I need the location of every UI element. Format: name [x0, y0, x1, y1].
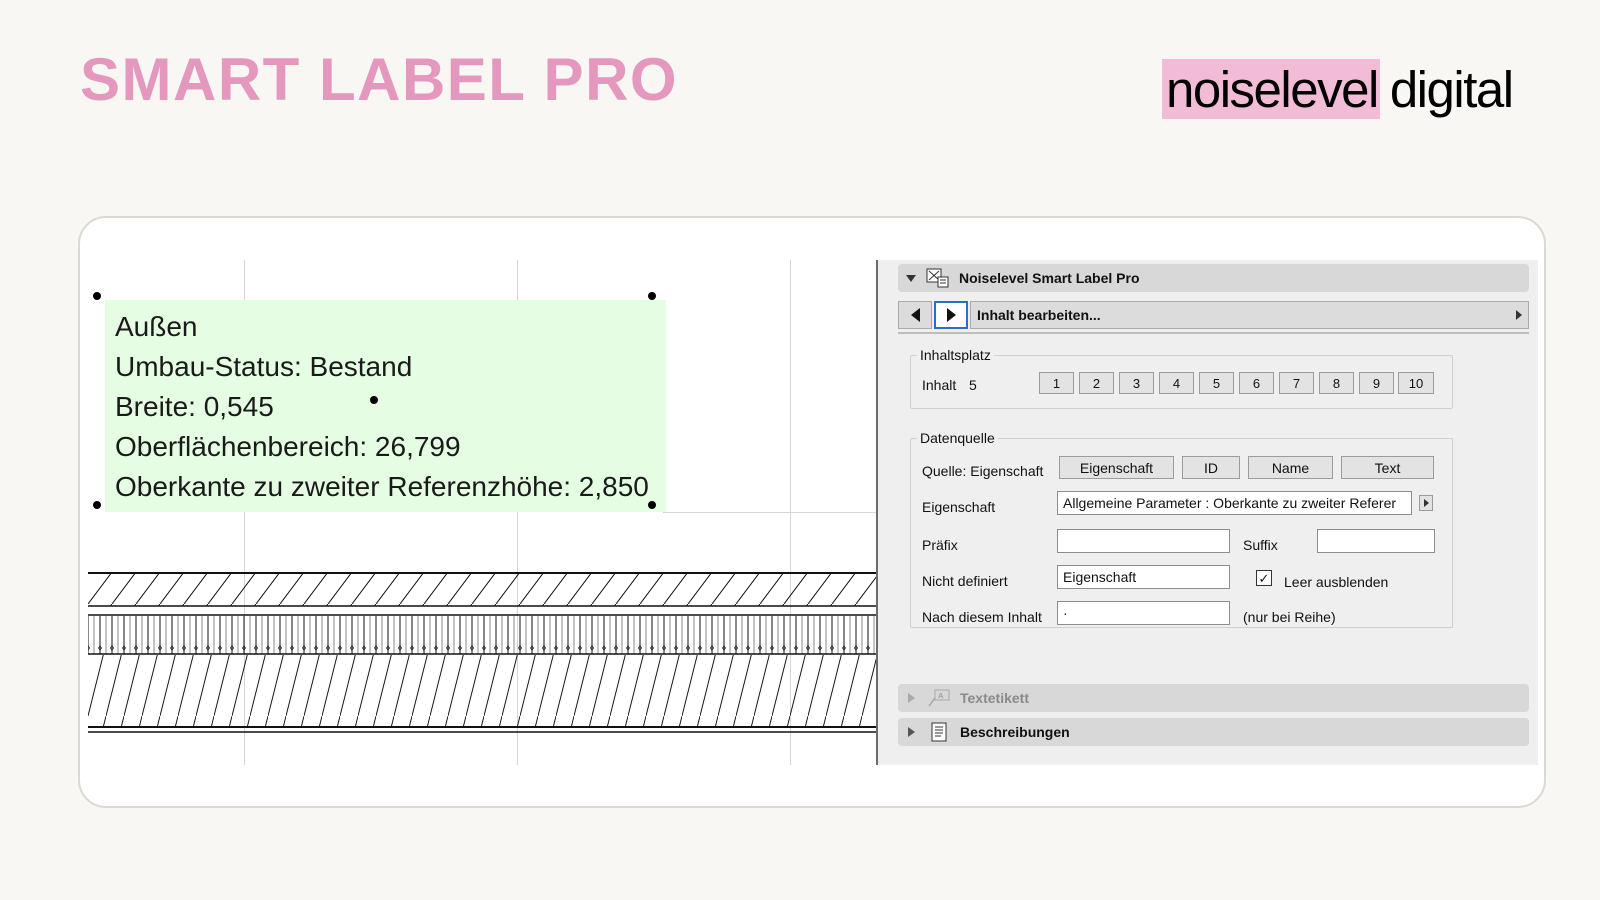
text-label-icon: A [927, 687, 951, 709]
edit-content-dropdown[interactable]: Inhalt bearbeiten... [970, 301, 1529, 329]
logo-highlight: noiselevel [1162, 59, 1380, 119]
section-header-textetikett[interactable]: A Textetikett [898, 684, 1529, 712]
drawing-canvas[interactable]: Außen Umbau-Status: Bestand Breite: 0,54… [88, 260, 876, 765]
nicht-definiert-input[interactable]: Eigenschaft [1057, 565, 1230, 589]
quelle-label: Quelle: Eigenschaft [922, 463, 1044, 479]
chevron-right-icon [1516, 310, 1522, 320]
section-title: Noiselevel Smart Label Pro [959, 270, 1140, 286]
content-slot-button-5[interactable]: 5 [1199, 372, 1234, 394]
content-slot-button-1[interactable]: 1 [1039, 372, 1074, 394]
label-line: Außen [115, 311, 198, 342]
source-button-name[interactable]: Name [1248, 456, 1333, 479]
label-line: Umbau-Status: Bestand [115, 351, 413, 382]
section-title: Textetikett [960, 690, 1029, 706]
eigenschaft-label: Eigenschaft [922, 499, 996, 515]
eigenschaft-field[interactable]: Allgemeine Parameter : Oberkante zu zwei… [1057, 491, 1412, 515]
brand-logo: noiselevel digital [1162, 58, 1514, 120]
slide-title: SMART LABEL PRO [80, 46, 679, 113]
inhalt-value: 5 [969, 377, 977, 393]
screenshot-card: Außen Umbau-Status: Bestand Breite: 0,54… [78, 216, 1546, 808]
content-navigator: Inhalt bearbeiten... [898, 301, 1529, 329]
label-line: Breite: 0,545 [115, 391, 274, 422]
next-button[interactable] [934, 301, 968, 329]
source-button-text[interactable]: Text [1341, 456, 1434, 479]
eigenschaft-picker-button[interactable] [1419, 495, 1433, 511]
document-icon [927, 721, 951, 743]
expand-triangle-icon[interactable] [908, 693, 915, 703]
arrow-left-icon [910, 308, 920, 322]
section-title: Beschreibungen [960, 724, 1070, 740]
nur-reihe-note: (nur bei Reihe) [1243, 609, 1336, 625]
selection-handle[interactable] [648, 501, 656, 509]
suffix-input[interactable] [1317, 529, 1435, 553]
praefix-label: Präfix [922, 537, 958, 553]
arrow-right-icon [946, 308, 956, 322]
selection-handle[interactable] [648, 292, 656, 300]
nicht-definiert-label: Nicht definiert [922, 573, 1008, 589]
leer-ausblenden-label: Leer ausblenden [1284, 574, 1389, 590]
content-slot-button-2[interactable]: 2 [1079, 372, 1114, 394]
content-slot-button-6[interactable]: 6 [1239, 372, 1274, 394]
divider [898, 332, 1529, 334]
dropdown-label: Inhalt bearbeiten... [977, 307, 1101, 323]
content-slot-button-10[interactable]: 10 [1398, 372, 1434, 394]
source-button-id[interactable]: ID [1182, 456, 1240, 479]
content-slot-button-4[interactable]: 4 [1159, 372, 1194, 394]
selection-handle[interactable] [93, 501, 101, 509]
leer-ausblenden-checkbox[interactable]: ✓ [1256, 570, 1272, 586]
label-anchor-point[interactable] [370, 396, 378, 404]
grid-line [663, 512, 876, 513]
praefix-input[interactable] [1057, 529, 1230, 553]
content-slot-button-3[interactable]: 3 [1119, 372, 1154, 394]
content-slot-button-9[interactable]: 9 [1359, 372, 1394, 394]
smart-label[interactable]: Außen Umbau-Status: Bestand Breite: 0,54… [105, 300, 666, 512]
content-slot-button-8[interactable]: 8 [1319, 372, 1354, 394]
wall-section [88, 572, 876, 733]
suffix-label: Suffix [1243, 537, 1278, 553]
previous-button[interactable] [898, 301, 932, 329]
smart-label-icon [926, 267, 950, 289]
nach-inhalt-input[interactable]: · [1057, 601, 1230, 625]
selection-handle[interactable] [93, 292, 101, 300]
section-header-smart-label[interactable]: Noiselevel Smart Label Pro [898, 264, 1529, 292]
settings-panel: Noiselevel Smart Label Pro Inhalt bearbe… [876, 260, 1538, 765]
section-header-beschreibungen[interactable]: Beschreibungen [898, 718, 1529, 746]
logo-rest: digital [1389, 60, 1514, 118]
group-title: Datenquelle [917, 430, 998, 446]
inhalt-label: Inhalt [922, 377, 957, 393]
checkmark-icon: ✓ [1258, 570, 1270, 586]
collapse-triangle-icon[interactable] [906, 274, 916, 282]
expand-triangle-icon[interactable] [908, 727, 915, 737]
content-slot-button-7[interactable]: 7 [1279, 372, 1314, 394]
svg-text:A: A [938, 692, 944, 700]
group-title: Inhaltsplatz [917, 347, 994, 363]
label-line: Oberkante zu zweiter Referenzhöhe: 2,850 [115, 471, 649, 502]
source-button-eigenschaft[interactable]: Eigenschaft [1059, 456, 1174, 479]
chevron-right-icon [1423, 499, 1429, 507]
label-line: Oberflächenbereich: 26,799 [115, 431, 461, 462]
nach-inhalt-label: Nach diesem Inhalt [922, 609, 1042, 625]
